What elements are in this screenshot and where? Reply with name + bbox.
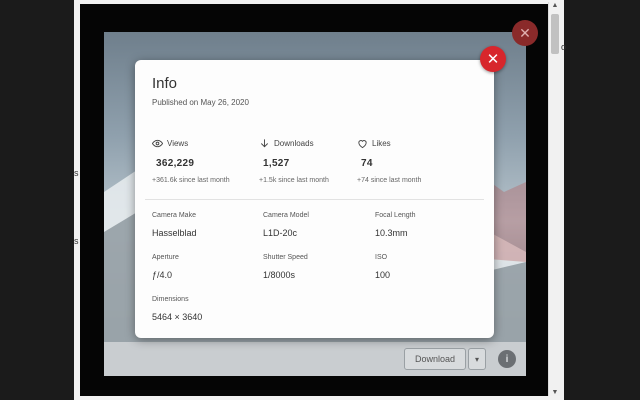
stat-likes: Likes 74 +74 since last month — [357, 138, 457, 184]
scrollbar-thumb[interactable] — [551, 14, 559, 54]
scroll-up-arrow-icon[interactable]: ▲ — [549, 2, 561, 9]
stat-delta: +74 since last month — [357, 177, 422, 184]
heart-icon — [357, 138, 368, 149]
detail-camera-model: Camera Model L1D-20c — [263, 212, 363, 238]
detail-value: 100 — [375, 270, 391, 280]
download-options-caret[interactable]: ▾ — [468, 348, 486, 370]
scroll-down-arrow-icon[interactable]: ▼ — [549, 389, 561, 396]
detail-label: Shutter Speed — [263, 254, 308, 261]
detail-label: Focal Length — [375, 212, 416, 219]
divider — [145, 199, 484, 200]
detail-value: Hasselblad — [152, 228, 197, 238]
detail-camera-make: Camera Make Hasselblad — [152, 212, 252, 238]
modal-title: Info — [152, 75, 178, 92]
stat-value: 74 — [361, 158, 373, 169]
detail-value: L1D-20c — [263, 228, 298, 238]
close-button[interactable]: ✕ — [480, 46, 506, 72]
stat-value: 362,229 — [156, 158, 195, 169]
page-edge-text: s — [74, 236, 79, 246]
stat-label: Views — [167, 139, 189, 148]
eye-icon — [152, 138, 163, 149]
detail-label: Aperture — [152, 254, 179, 261]
detail-label: Camera Make — [152, 212, 196, 219]
download-arrow-icon — [259, 138, 270, 149]
detail-value: ƒ/4.0 — [152, 270, 173, 280]
detail-value: 1/8000s — [263, 270, 296, 280]
stat-delta: +1.5k since last month — [259, 177, 329, 184]
detail-label: ISO — [375, 254, 388, 261]
detail-iso: ISO 100 — [375, 254, 475, 280]
detail-focal-length: Focal Length 10.3mm — [375, 212, 475, 238]
detail-shutter-speed: Shutter Speed 1/8000s — [263, 254, 363, 280]
detail-dimensions: Dimensions 5464 × 3640 — [152, 296, 252, 322]
info-modal: Info Published on May 26, 2020 Views 362… — [135, 60, 494, 338]
detail-label: Camera Model — [263, 212, 309, 219]
stat-label: Downloads — [274, 139, 314, 148]
detail-value: 10.3mm — [375, 228, 408, 238]
published-date: Published on May 26, 2020 — [152, 98, 249, 107]
info-icon[interactable]: i — [498, 350, 516, 368]
page-edge-text: s — [74, 168, 79, 178]
stat-label: Likes — [372, 139, 391, 148]
stat-downloads: Downloads 1,527 +1.5k since last month — [259, 138, 359, 184]
detail-aperture: Aperture ƒ/4.0 — [152, 254, 252, 280]
detail-value: 5464 × 3640 — [152, 312, 203, 322]
scrollbar[interactable]: ▲ ▼ — [548, 2, 560, 396]
stat-delta: +361.6k since last month — [152, 177, 230, 184]
download-button[interactable]: Download — [404, 348, 466, 370]
detail-label: Dimensions — [152, 296, 189, 303]
stat-value: 1,527 — [263, 158, 290, 169]
stat-views: Views 362,229 +361.6k since last month — [152, 138, 252, 184]
background-close-icon[interactable]: ✕ — [512, 20, 538, 46]
page-edge-text: o — [561, 42, 567, 52]
